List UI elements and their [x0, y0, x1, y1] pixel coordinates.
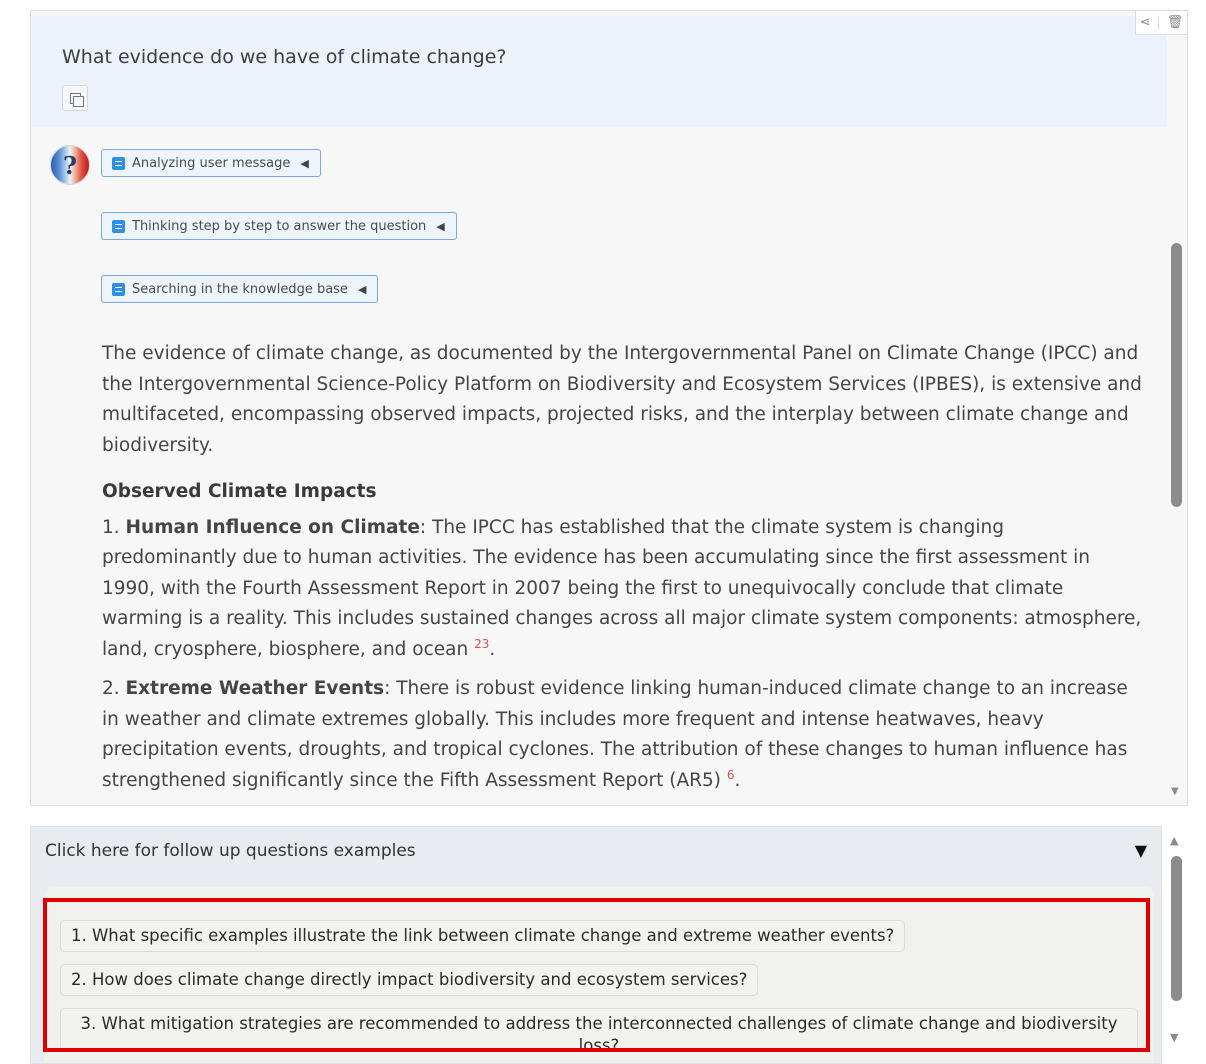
followup-question[interactable]: 2. How does climate change directly impa…: [60, 964, 759, 996]
step-label: Analyzing user message: [132, 155, 291, 171]
scroll-down-arrow-icon[interactable]: ▼: [1170, 1031, 1178, 1044]
step-label: Searching in the knowledge base: [132, 281, 348, 297]
share-icon[interactable]: ⋖: [1140, 16, 1151, 29]
scroll-down-arrow-icon[interactable]: ▼: [1171, 786, 1179, 797]
user-message-bubble: What evidence do we have of climate chan…: [32, 16, 1167, 127]
followup-question[interactable]: 1. What specific examples illustrate the…: [60, 920, 906, 952]
chat-panel: What evidence do we have of climate chan…: [30, 10, 1188, 806]
assistant-answer: The evidence of climate change, as docum…: [102, 339, 1142, 805]
expand-toggle-icon[interactable]: ▼: [1135, 841, 1147, 860]
step-label: Thinking step by step to answer the ques…: [132, 218, 427, 234]
item-end: .: [489, 638, 496, 660]
step-icon: [112, 219, 125, 233]
followup-scrollbar[interactable]: [1171, 856, 1182, 1001]
answer-intro: The evidence of climate change, as docum…: [102, 343, 1142, 456]
list-item: 1. Human Influence on Climate: The IPCC …: [102, 513, 1142, 666]
step-thinking[interactable]: Thinking step by step to answer the ques…: [101, 212, 457, 240]
user-question: What evidence do we have of climate chan…: [62, 46, 507, 68]
collapse-arrow-icon[interactable]: ◀: [300, 157, 308, 170]
item-end: .: [734, 769, 741, 791]
divider: [1158, 15, 1160, 30]
followup-header[interactable]: Click here for follow up questions examp…: [45, 841, 416, 861]
chat-scrollbar[interactable]: [1171, 243, 1182, 507]
list-item: 2. Extreme Weather Events: There is robu…: [102, 674, 1142, 796]
item-title: Extreme Weather Events: [125, 678, 385, 699]
assistant-avatar: ?: [50, 145, 90, 185]
followup-panel: Click here for follow up questions examp…: [30, 826, 1162, 1064]
citation-link[interactable]: 23: [474, 636, 489, 650]
message-actions: ⋖ 🗑: [1135, 11, 1187, 35]
followup-question[interactable]: 3. What mitigation strategies are recomm…: [60, 1008, 1138, 1055]
step-icon: [112, 156, 125, 170]
item-number: 1.: [102, 516, 126, 538]
citation-link[interactable]: 6: [727, 767, 735, 781]
scroll-up-arrow-icon[interactable]: ▲: [1170, 834, 1178, 847]
trash-icon[interactable]: 🗑: [1167, 16, 1184, 29]
avatar-glyph: ?: [62, 150, 78, 180]
step-icon: [112, 282, 125, 296]
section-heading: Observed Climate Impacts: [102, 481, 377, 502]
collapse-arrow-icon[interactable]: ◀: [436, 220, 444, 233]
item-number: 2.: [102, 678, 126, 699]
item-title: Human Influence on Climate: [125, 516, 420, 538]
step-analyzing[interactable]: Analyzing user message ◀: [101, 149, 321, 177]
step-searching[interactable]: Searching in the knowledge base ◀: [101, 275, 379, 303]
collapse-arrow-icon[interactable]: ◀: [358, 283, 366, 296]
followup-list: 1. What specific examples illustrate the…: [44, 887, 1154, 1063]
copy-icon[interactable]: [62, 85, 88, 111]
